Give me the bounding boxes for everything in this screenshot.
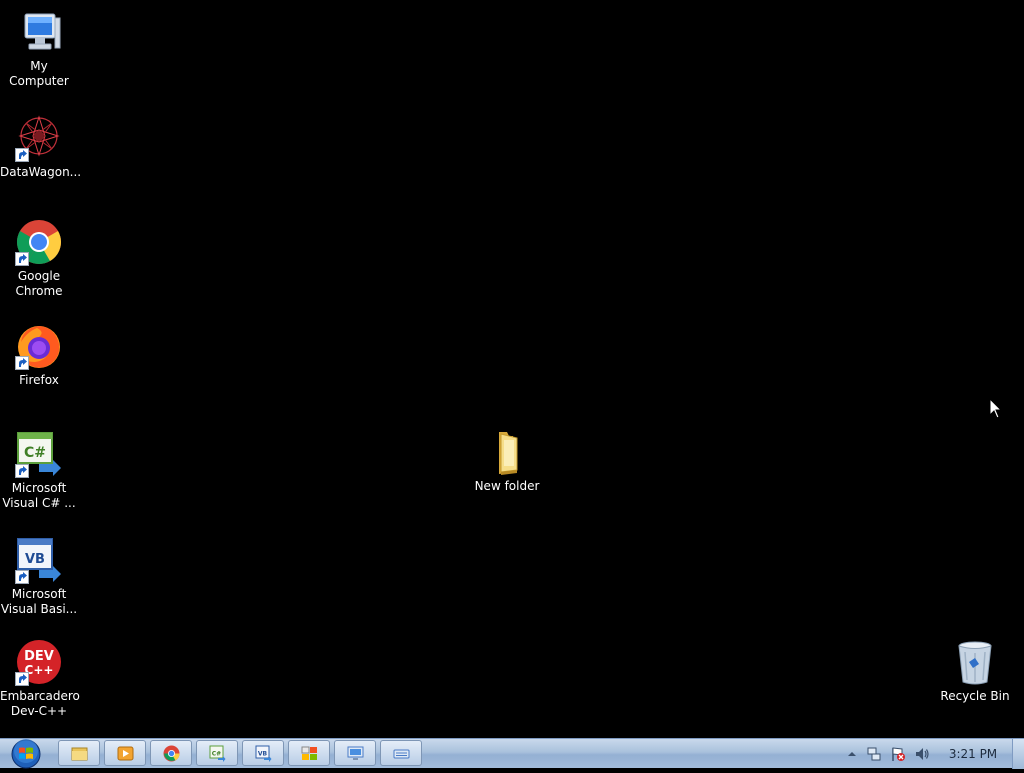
desktop-icon-firefox[interactable]: Firefox <box>0 322 78 388</box>
svg-text:VB: VB <box>258 751 268 758</box>
system-tray: 3:21 PM <box>838 739 1016 769</box>
shortcut-arrow-icon <box>15 570 29 584</box>
taskbar-control-panel-button[interactable] <box>288 740 330 766</box>
desktop-icon-label: New folder <box>474 479 540 493</box>
firefox-icon <box>15 322 63 370</box>
datawagon-icon <box>15 114 63 162</box>
shortcut-arrow-icon <box>15 464 29 478</box>
desktop-icon-recycle-bin[interactable]: Recycle Bin <box>936 638 1014 704</box>
computer-icon <box>15 8 63 56</box>
desktop-icon-google-chrome[interactable]: Google Chrome <box>0 218 78 299</box>
taskbar-keyboard-button[interactable] <box>380 740 422 766</box>
desktop-icon-label: My Computer <box>9 59 69 88</box>
shortcut-arrow-icon <box>15 148 29 162</box>
desktop-icon-label: Recycle Bin <box>940 689 1010 703</box>
desktop-icon-my-computer[interactable]: My Computer <box>0 8 78 89</box>
desktop-icon-visual-basic[interactable]: VB Microsoft Visual Basi... <box>0 536 78 617</box>
keyboard-icon <box>393 749 410 759</box>
windows-logo-icon <box>11 739 41 769</box>
chrome-icon <box>163 745 180 762</box>
shortcut-arrow-icon <box>15 672 29 686</box>
taskbar-visual-csharp-button[interactable]: C# <box>196 740 238 766</box>
taskbar-windows-explorer-button[interactable] <box>58 740 100 766</box>
shortcut-arrow-icon <box>15 252 29 266</box>
desktop-icon-new-folder[interactable]: New folder <box>468 428 546 494</box>
start-button[interactable] <box>6 739 46 769</box>
desktop-icon-label: DataWagon... <box>0 165 82 179</box>
visual-basic-icon: VB <box>15 536 63 584</box>
media-player-icon <box>117 746 134 761</box>
dev-cpp-icon: DEV C++ <box>15 638 63 686</box>
network-icon[interactable] <box>866 746 882 762</box>
svg-text:VB: VB <box>25 552 45 567</box>
action-center-icon[interactable] <box>890 746 906 762</box>
taskbar-clock[interactable]: 3:21 PM <box>942 747 1004 761</box>
remote-desktop-icon <box>347 746 364 760</box>
show-hidden-icons-icon[interactable] <box>844 746 860 762</box>
svg-text:DEV: DEV <box>24 649 54 664</box>
volume-icon[interactable] <box>914 746 930 762</box>
visual-csharp-icon: C# <box>15 430 63 478</box>
desktop-icon-label: Microsoft Visual Basi... <box>0 587 78 616</box>
visual-basic-icon: VB <box>255 745 272 762</box>
control-panel-icon <box>301 746 317 760</box>
show-desktop-button[interactable] <box>1012 739 1024 769</box>
taskbar: C# VB 3:21 PM <box>0 738 1024 769</box>
desktop-icon-label: Firefox <box>19 373 59 387</box>
mouse-cursor-icon <box>989 397 1003 420</box>
desktop-icon-label: Google Chrome <box>15 269 63 298</box>
chrome-icon <box>15 218 63 266</box>
desktop-icon-label: Embarcadero Dev-C++ <box>0 689 80 718</box>
taskbar-media-player-button[interactable] <box>104 740 146 766</box>
windows-explorer-icon <box>71 747 88 761</box>
svg-text:C#: C# <box>212 751 221 758</box>
taskbar-remote-desktop-button[interactable] <box>334 740 376 766</box>
taskbar-visual-basic-button[interactable]: VB <box>242 740 284 766</box>
folder-icon <box>483 428 531 476</box>
recycle-bin-icon <box>951 638 999 686</box>
desktop-icon-label: Microsoft Visual C# ... <box>2 481 76 510</box>
desktop-icon-datawagon[interactable]: DataWagon... <box>0 114 82 180</box>
desktop[interactable]: My Computer DataWagon... Google Chrome F… <box>0 0 1024 738</box>
desktop-icon-dev-cpp[interactable]: DEV C++ Embarcadero Dev-C++ <box>0 638 80 719</box>
visual-csharp-icon: C# <box>209 745 226 762</box>
shortcut-arrow-icon <box>15 356 29 370</box>
desktop-icon-visual-csharp[interactable]: C# Microsoft Visual C# ... <box>0 430 78 511</box>
svg-text:C#: C# <box>24 445 46 461</box>
taskbar-chrome-button[interactable] <box>150 740 192 766</box>
